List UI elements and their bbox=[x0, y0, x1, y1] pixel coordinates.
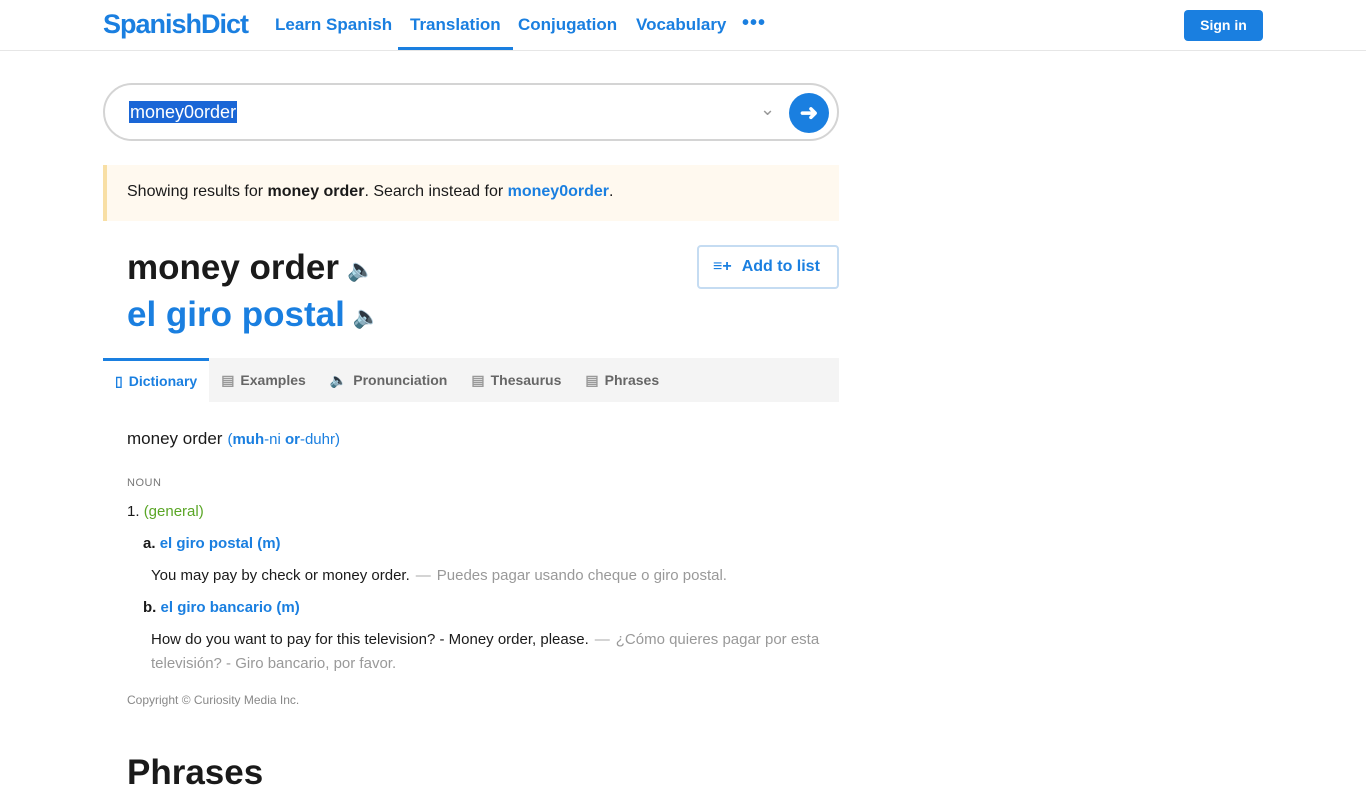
example-en: You may pay by check or money order. bbox=[151, 567, 410, 584]
tab-examples[interactable]: ▤ Examples bbox=[209, 358, 318, 402]
item-letter: a. bbox=[143, 535, 156, 552]
sense: 1. (general) bbox=[127, 503, 204, 520]
tab-dictionary[interactable]: ▯ Dictionary bbox=[103, 358, 210, 402]
spelling-notice: Showing results for money order. Search … bbox=[103, 165, 839, 221]
translation-item: b. el giro bancario (m) bbox=[143, 599, 300, 616]
example-en: How do you want to pay for this televisi… bbox=[151, 631, 589, 648]
pron-part: or bbox=[284, 431, 300, 448]
quote-icon: ▤ bbox=[221, 372, 235, 388]
speaker-icon[interactable]: 🔈 bbox=[347, 257, 374, 282]
pronunciation: (muh-ni or-duhr) bbox=[227, 431, 340, 448]
nav-vocabulary[interactable]: Vocabulary bbox=[636, 0, 726, 50]
tab-pronunciation[interactable]: 🔈 Pronunciation bbox=[318, 358, 460, 402]
translation-link[interactable]: el giro bancario (m) bbox=[161, 599, 300, 616]
tab-thesaurus[interactable]: ▤ Thesaurus bbox=[459, 358, 573, 402]
arrow-right-icon: ➜ bbox=[799, 100, 819, 125]
tab-label: Thesaurus bbox=[490, 372, 562, 388]
example-es: Puedes pagar usando cheque o giro postal… bbox=[436, 567, 727, 584]
open-book-icon: ▤ bbox=[471, 372, 485, 388]
add-to-list-label: Add to list bbox=[741, 258, 820, 275]
document-icon: ▤ bbox=[585, 372, 599, 388]
dictionary-headword: money order (muh-ni or-duhr) bbox=[127, 429, 340, 449]
notice-text: . Search instead for bbox=[364, 183, 508, 200]
corrected-term: money order bbox=[267, 183, 365, 200]
book-icon: ▯ bbox=[115, 373, 123, 389]
sign-in-button[interactable]: Sign in bbox=[1184, 10, 1263, 41]
translation-text: el giro postal bbox=[127, 295, 345, 334]
logo[interactable]: SpanishDict bbox=[103, 9, 249, 40]
tab-label: Pronunciation bbox=[353, 372, 448, 388]
dash: — bbox=[594, 631, 610, 648]
pron-part: -duhr) bbox=[299, 431, 340, 448]
part-of-speech: NOUN bbox=[127, 477, 162, 489]
speaker-icon[interactable]: 🔈 bbox=[353, 304, 380, 329]
pron-part: muh bbox=[232, 431, 265, 448]
tab-label: Phrases bbox=[604, 372, 660, 388]
search-box: money0order ⌄ ➜ bbox=[103, 83, 839, 141]
tab-label: Dictionary bbox=[128, 373, 198, 389]
pron-part: -ni bbox=[264, 431, 285, 448]
notice-text: . bbox=[609, 183, 614, 200]
nav-learn-spanish[interactable]: Learn Spanish bbox=[275, 0, 392, 50]
sense-number: 1. bbox=[127, 503, 140, 520]
section-heading: Phrases bbox=[127, 753, 264, 792]
tab-phrases[interactable]: ▤ Phrases bbox=[573, 358, 671, 402]
notice-text: Showing results for bbox=[127, 183, 268, 200]
copyright: Copyright © Curiosity Media Inc. bbox=[127, 693, 300, 707]
dash: — bbox=[415, 567, 431, 584]
nav-conjugation[interactable]: Conjugation bbox=[518, 0, 617, 50]
example: You may pay by check or money order. — Pue… bbox=[151, 564, 841, 588]
example: How do you want to pay for this televisi… bbox=[151, 628, 841, 676]
sense-label: (general) bbox=[143, 503, 204, 520]
speaker-icon: 🔈 bbox=[329, 372, 348, 388]
translation-item: a. el giro postal (m) bbox=[143, 535, 281, 552]
search-input[interactable]: money0order bbox=[129, 101, 238, 123]
headword: money order 🔈 bbox=[127, 248, 374, 288]
headword-text: money order bbox=[127, 429, 223, 448]
item-letter: b. bbox=[143, 599, 157, 616]
add-to-list-button[interactable]: ≡+ Add to list bbox=[697, 245, 839, 289]
translation-link[interactable]: el giro postal (m) bbox=[160, 535, 281, 552]
tab-bar: ▯ Dictionary ▤ Examples 🔈 Pronunciation ▤ Th… bbox=[103, 358, 839, 402]
headword-text: money order bbox=[127, 248, 339, 287]
translation: el giro postal 🔈 bbox=[127, 295, 380, 335]
search-instead-link[interactable]: money0order bbox=[508, 183, 609, 200]
tab-label: Examples bbox=[240, 372, 306, 388]
chevron-down-icon[interactable]: ⌄ bbox=[760, 99, 775, 120]
search-submit-button[interactable]: ➜ bbox=[789, 93, 829, 133]
top-nav: SpanishDict Learn Spanish Translation Co… bbox=[0, 0, 1366, 51]
nav-translation[interactable]: Translation bbox=[398, 0, 513, 50]
more-icon[interactable]: ••• bbox=[742, 12, 766, 35]
playlist-add-icon: ≡+ bbox=[713, 258, 732, 275]
